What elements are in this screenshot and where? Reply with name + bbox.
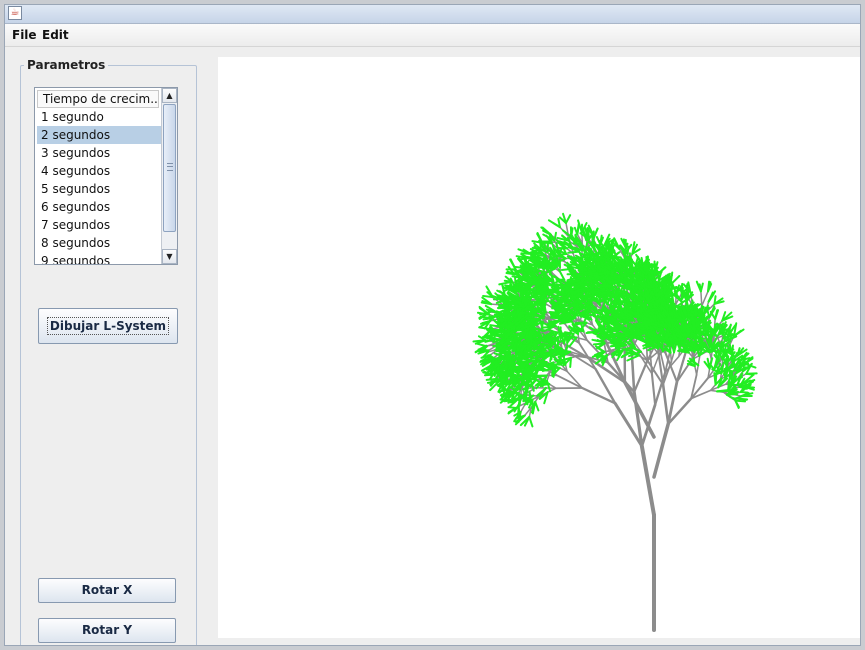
list-item[interactable]: 7 segundos — [37, 216, 161, 234]
leaf — [568, 335, 578, 339]
title-bar: ☕ — [5, 5, 860, 24]
list-scrollbar[interactable]: ▲ ▼ — [161, 88, 177, 264]
leaf — [713, 300, 725, 305]
leaf — [529, 314, 541, 317]
app-window: ☕ File Edit Parametros Tiempo de crecim.… — [4, 4, 861, 646]
leaf — [494, 359, 498, 369]
leaf — [533, 346, 544, 350]
list-item[interactable]: 9 segundos — [37, 252, 161, 264]
branch — [639, 444, 656, 517]
leaf — [504, 285, 514, 289]
branch — [633, 359, 649, 394]
list-item[interactable]: 2 segundos — [37, 126, 161, 144]
leaf — [511, 392, 515, 403]
growth-time-list[interactable]: Tiempo de crecim... 1 segundo 2 segundos 3… — [34, 87, 178, 265]
list-header: Tiempo de crecim... — [37, 90, 159, 108]
branch — [566, 370, 584, 389]
java-icon[interactable]: ☕ — [8, 6, 22, 20]
leaf — [713, 295, 717, 305]
leaf — [705, 323, 709, 336]
leaf — [518, 394, 522, 406]
leaf — [496, 363, 500, 375]
leaf — [540, 282, 551, 286]
list-item[interactable]: 4 segundos — [37, 162, 161, 180]
leaf — [545, 379, 552, 393]
leaf — [569, 356, 572, 368]
branch — [700, 290, 703, 307]
leaf — [672, 342, 676, 354]
leaf — [692, 317, 696, 333]
leaf — [635, 332, 646, 336]
draw-lsystem-label: Dibujar L-System — [46, 317, 170, 335]
list-rows: 1 segundo 2 segundos 3 segundos 4 segundos 5… — [37, 108, 161, 264]
menu-edit[interactable]: Edit — [42, 28, 69, 42]
scroll-thumb[interactable] — [163, 104, 176, 232]
branch — [556, 374, 584, 389]
leaf — [524, 354, 534, 358]
list-item[interactable]: 1 segundo — [37, 108, 161, 126]
scroll-up-icon[interactable]: ▲ — [162, 88, 177, 103]
draw-lsystem-button[interactable]: Dibujar L-System — [38, 308, 178, 344]
leaf — [498, 318, 508, 322]
leaf — [640, 256, 644, 267]
leaf — [572, 242, 583, 246]
leaf — [636, 305, 640, 319]
leaf — [598, 252, 612, 257]
leaf — [628, 335, 642, 339]
leaf — [528, 415, 534, 428]
scroll-down-icon[interactable]: ▼ — [162, 249, 177, 264]
leaf — [519, 257, 530, 261]
rotate-y-button[interactable]: Rotar Y — [38, 618, 176, 643]
list-item[interactable]: 8 segundos — [37, 234, 161, 252]
leaf — [714, 309, 720, 320]
branch — [650, 372, 657, 406]
leaf — [576, 224, 580, 236]
parameters-title: Parametros — [24, 58, 109, 72]
leaf — [602, 283, 614, 288]
leaf — [623, 278, 636, 281]
list-item[interactable]: 6 segundos — [37, 198, 161, 216]
leaf — [531, 246, 542, 250]
leaf — [566, 279, 581, 283]
leaf — [707, 280, 711, 293]
leaf — [577, 268, 588, 272]
leaf — [492, 332, 497, 343]
leaf — [657, 271, 660, 282]
branch — [661, 383, 670, 426]
branch — [652, 422, 670, 479]
leaf — [734, 397, 749, 401]
menu-file[interactable]: File — [12, 28, 37, 42]
leaf — [501, 382, 506, 396]
menu-bar: File Edit — [5, 24, 860, 47]
list-item[interactable]: 5 segundos — [37, 180, 161, 198]
leaf — [698, 283, 702, 293]
leaf — [645, 262, 650, 276]
drawing-canvas[interactable] — [218, 57, 860, 638]
leaf — [526, 304, 536, 308]
leaf — [517, 377, 521, 391]
leaf — [530, 270, 540, 275]
leaf — [680, 333, 691, 337]
list-item[interactable]: 3 segundos — [37, 144, 161, 162]
leaf — [472, 339, 487, 343]
leaf — [510, 353, 514, 367]
leaf — [672, 318, 686, 322]
lsystem-tree — [472, 212, 758, 632]
leaf — [557, 268, 566, 281]
rotate-x-button[interactable]: Rotar X — [38, 578, 176, 603]
leaf — [558, 332, 574, 336]
leaf — [540, 320, 544, 332]
branch — [701, 290, 709, 307]
leaf — [539, 343, 553, 347]
